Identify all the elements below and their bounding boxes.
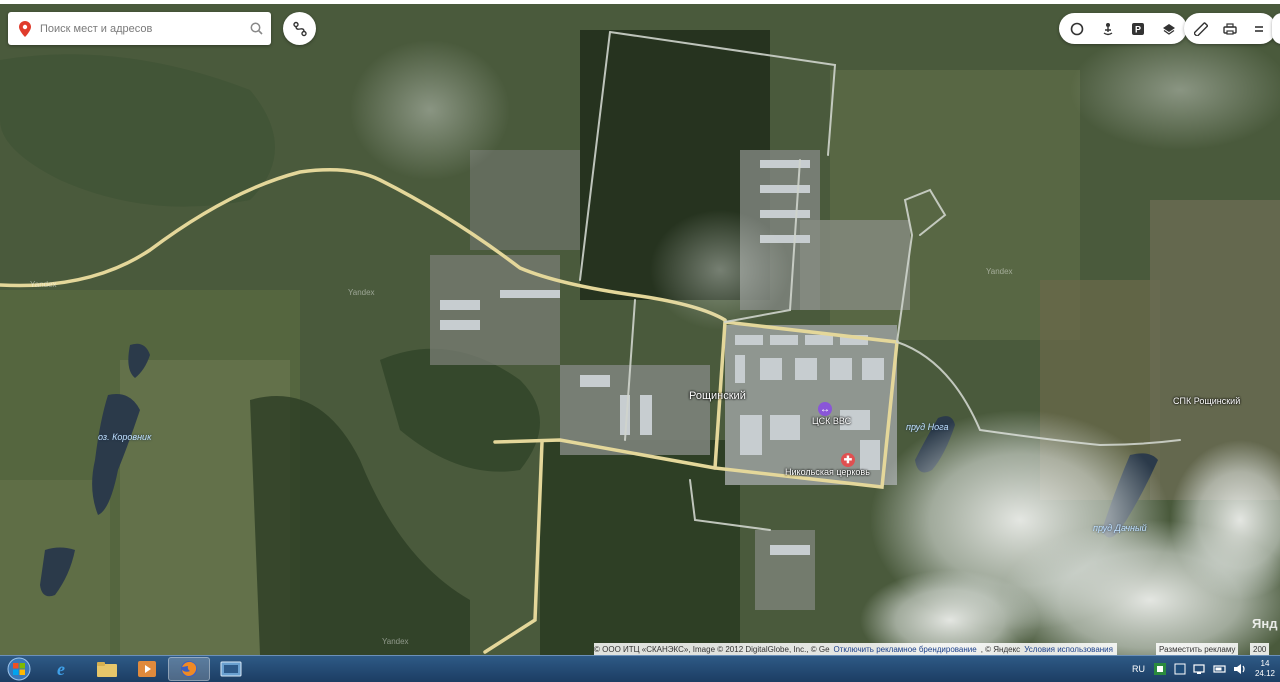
- clock-time: 14: [1260, 659, 1270, 668]
- route-icon: [292, 21, 307, 36]
- top-edge: [0, 0, 1280, 4]
- system-tray: RU 14 24.12: [1127, 656, 1280, 682]
- battery-icon[interactable]: [1213, 663, 1227, 675]
- media-player-button[interactable]: [126, 657, 168, 681]
- settlement-label[interactable]: Рощинский: [689, 390, 746, 402]
- windows-start-button[interactable]: [4, 657, 34, 681]
- attribution: © ООО ИТЦ «СКАНЭКС», Image © 2012 Digita…: [594, 643, 1117, 655]
- pond-noga-label[interactable]: пруд Нога: [906, 422, 948, 432]
- spk-label[interactable]: СПК Рощинский: [1173, 396, 1240, 406]
- panorama-icon[interactable]: [1095, 13, 1121, 44]
- watermark-2: Yandex: [986, 267, 1013, 276]
- sports-poi-icon[interactable]: ↔: [818, 402, 832, 416]
- windows-taskbar: e RU 14 24.12: [0, 655, 1280, 682]
- yandex-copyright: , © Яндекс: [980, 644, 1021, 654]
- church-poi-icon[interactable]: ✚: [841, 453, 855, 467]
- ruler-icon[interactable]: [1188, 13, 1214, 44]
- search-icon[interactable]: [241, 12, 271, 45]
- route-button[interactable]: [283, 12, 316, 45]
- tray-flag-icon[interactable]: [1173, 663, 1187, 675]
- search-input[interactable]: Поиск мест и адресов: [40, 23, 241, 35]
- church-label[interactable]: Никольская церковь: [785, 467, 870, 477]
- volume-icon[interactable]: [1233, 663, 1247, 675]
- tray-app-icon[interactable]: [1153, 663, 1167, 675]
- svg-text:e: e: [57, 659, 65, 679]
- lake-korovnik-label[interactable]: оз. Коровник: [98, 432, 151, 442]
- search-box[interactable]: Поиск мест и адресов: [8, 12, 271, 45]
- extra-controls[interactable]: [1272, 13, 1280, 44]
- screenshot-app-button[interactable]: [210, 657, 252, 681]
- firefox-icon: [181, 661, 197, 677]
- svg-text:P: P: [1135, 24, 1141, 34]
- cskvvs-label[interactable]: ЦСК ВВС: [812, 416, 851, 426]
- attribution-text: © ООО ИТЦ «СКАНЭКС», Image © 2012 Digita…: [594, 644, 830, 654]
- terms-link[interactable]: Условия использования: [1024, 645, 1113, 654]
- map-pin-icon: [14, 12, 36, 45]
- menu-icon[interactable]: [1246, 13, 1272, 44]
- internet-explorer-button[interactable]: e: [40, 657, 82, 681]
- clock-date: 24.12: [1254, 669, 1276, 678]
- layers-icon[interactable]: [1156, 13, 1182, 44]
- satellite-map[interactable]: [0, 0, 1280, 655]
- watermark-4: Yandex: [30, 280, 57, 289]
- tools-group: [1184, 13, 1276, 44]
- traffic-icon[interactable]: [1064, 13, 1090, 44]
- advertise-link[interactable]: Разместить рекламу: [1156, 643, 1239, 655]
- watermark-1: Yandex: [348, 288, 375, 297]
- folder-icon: [97, 662, 117, 677]
- language-indicator[interactable]: RU: [1132, 664, 1145, 674]
- windows-logo-icon: [7, 657, 31, 681]
- print-icon[interactable]: [1217, 13, 1243, 44]
- ie-icon: e: [57, 659, 65, 679]
- firefox-button[interactable]: [168, 657, 210, 681]
- disable-ads-link[interactable]: Отключить рекламное брендирование: [834, 645, 977, 654]
- pond-dachny-label[interactable]: пруд Дачный: [1093, 523, 1147, 533]
- yandex-logo[interactable]: Янд: [1252, 616, 1277, 631]
- screenshot-icon: [220, 661, 242, 677]
- watermark-3: Yandex: [382, 637, 409, 646]
- scale-bar: 200: [1250, 643, 1270, 655]
- media-player-icon: [138, 661, 156, 677]
- network-icon[interactable]: [1193, 663, 1207, 675]
- map-layers-group: P: [1059, 13, 1187, 44]
- clock[interactable]: 14 24.12: [1250, 659, 1280, 679]
- parking-icon[interactable]: P: [1125, 13, 1151, 44]
- file-explorer-button[interactable]: [86, 657, 128, 681]
